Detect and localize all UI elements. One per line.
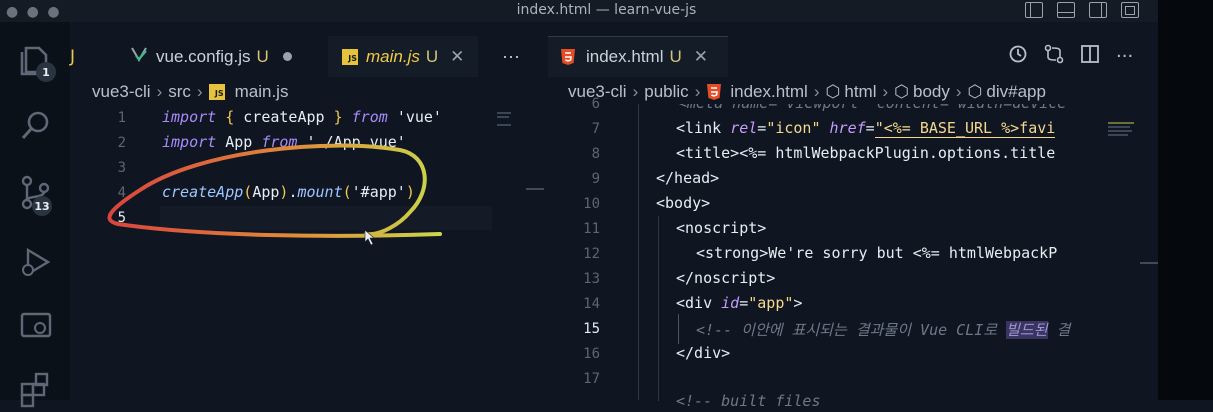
editor-index-html[interactable]: 6 7 8 9 10 11 12 13 14 15 16 17 <meta na…	[550, 96, 1158, 410]
scroll-indicator[interactable]	[1140, 262, 1158, 264]
code-line-18: <!-- built files	[676, 392, 821, 410]
code-line-9: </head>	[656, 169, 720, 187]
code-line-8: <title><%= htmlWebpackPlugin.options.tit…	[676, 144, 1056, 162]
code-line-16: </div>	[676, 344, 731, 362]
window-edge	[1158, 0, 1213, 400]
code-line-7: <link rel="icon" href="<%= BASE_URL %>fa…	[676, 119, 1056, 138]
code-line-12: <strong>We're sorry but <%= htmlWebpackP	[696, 244, 1058, 262]
code-line-10: <body>	[656, 194, 711, 212]
minimap-right[interactable]	[1108, 122, 1136, 152]
code-line-15: <!-- 이안에 표시되는 결과물이 Vue CLI로 빌드된 결	[696, 321, 1071, 339]
code-line-13: </noscript>	[676, 269, 776, 287]
code-line-11: <noscript>	[676, 219, 767, 237]
code-line-14: <div id="app">	[676, 294, 803, 312]
annotation-stroke	[107, 143, 442, 238]
